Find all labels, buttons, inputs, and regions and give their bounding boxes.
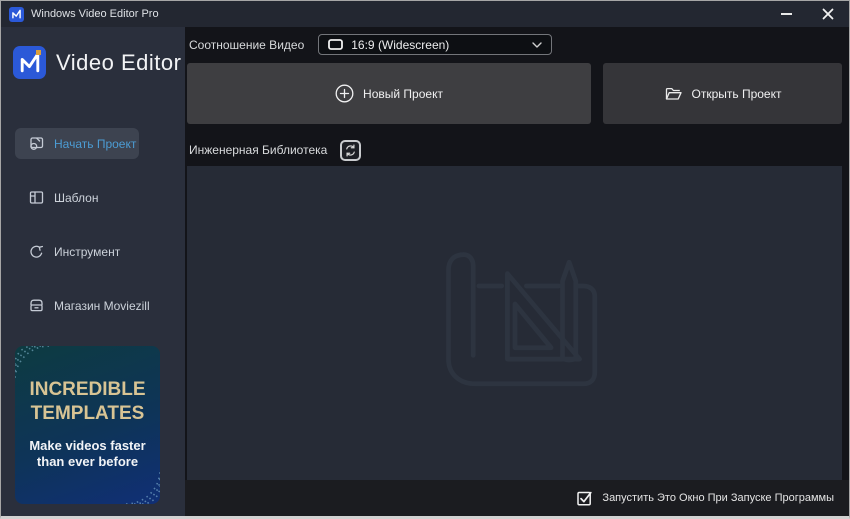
chevron-down-icon (532, 41, 542, 48)
titlebar[interactable]: Windows Video Editor Pro (1, 1, 849, 27)
promo-text: INCREDIBLE TEMPLATES Make videos faster … (15, 378, 160, 471)
sidebar-item-store[interactable]: Магазин Moviezill (15, 290, 150, 321)
library-panel (187, 166, 842, 480)
new-project-label: Новый Проект (363, 86, 443, 101)
sidebar-item-tool[interactable]: Инструмент (15, 236, 139, 267)
library-title: Инженерная Библиотека (189, 143, 328, 157)
close-icon (822, 8, 834, 20)
startup-checkbox[interactable] (577, 490, 593, 506)
aspect-ratio-row: Соотношение Видео 16:9 (Widescreen) (187, 34, 842, 55)
aspect-ratio-label: Соотношение Видео (189, 37, 305, 52)
refresh-button[interactable] (340, 139, 362, 161)
blueprint-watermark-icon (445, 252, 597, 387)
new-project-button[interactable]: Новый Проект (187, 63, 591, 124)
minimize-icon (780, 12, 792, 16)
window-body: Video Editor Начать Проект Шаблон Инстру… (1, 27, 849, 516)
tool-icon (28, 243, 45, 260)
sidebar-item-template[interactable]: Шаблон (15, 182, 139, 213)
project-actions: Новый Проект Открыть Проект (187, 63, 842, 124)
brand-name: Video Editor (56, 49, 182, 75)
brand-logo-dot (36, 50, 41, 55)
library-header: Инженерная Библиотека (187, 139, 842, 161)
brand: Video Editor (13, 46, 185, 79)
sidebar: Video Editor Начать Проект Шаблон Инстру… (1, 27, 185, 516)
refresh-icon (346, 144, 356, 156)
app-window: Windows Video Editor Pro Video Editor На… (0, 0, 850, 519)
sidebar-item-start-project[interactable]: Начать Проект (15, 128, 139, 159)
footer: Запустить Это Окно При Запуске Программы (185, 480, 849, 516)
open-project-button[interactable]: Открыть Проект (603, 63, 842, 124)
template-icon (28, 189, 45, 206)
promo-sub-line1: Make videos faster (29, 437, 146, 453)
main-content: Соотношение Видео 16:9 (Widescreen) Новы… (185, 27, 849, 480)
promo-headline-line1: INCREDIBLE (29, 379, 146, 400)
plus-circle-icon (335, 84, 354, 103)
aspect-ratio-dropdown[interactable]: 16:9 (Widescreen) (318, 34, 553, 55)
promo-sub-line2: than ever before (36, 454, 139, 470)
brand-logo-icon (13, 46, 46, 79)
aspect-ratio-value: 16:9 (Widescreen) (351, 37, 450, 52)
start-project-icon (28, 135, 45, 152)
minimize-button[interactable] (765, 1, 807, 27)
sidebar-menu: Начать Проект Шаблон Инструмент Магазин … (1, 128, 185, 321)
monitor-icon (328, 39, 344, 50)
startup-checkbox-label: Запустить Это Окно При Запуске Программы (602, 492, 834, 504)
sidebar-item-label: Шаблон (54, 190, 99, 205)
window-controls (765, 1, 849, 27)
sidebar-item-label: Начать Проект (54, 136, 137, 151)
open-folder-icon (665, 87, 682, 100)
main-area: Соотношение Видео 16:9 (Widescreen) Новы… (185, 27, 849, 516)
close-button[interactable] (807, 1, 849, 27)
open-project-label: Открыть Проект (691, 86, 782, 101)
window-title: Windows Video Editor Pro (31, 8, 159, 20)
promo-headline-line2: TEMPLATES (30, 402, 145, 424)
promo-banner[interactable]: INCREDIBLE TEMPLATES Make videos faster … (15, 346, 160, 504)
sidebar-item-label: Инструмент (54, 244, 121, 259)
store-icon (28, 297, 45, 314)
sidebar-item-label: Магазин Moviezill (54, 298, 150, 313)
app-logo-icon (9, 6, 24, 22)
